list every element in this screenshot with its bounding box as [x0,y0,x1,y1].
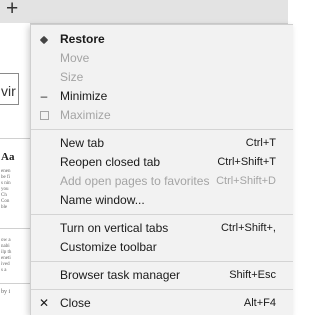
shortcut-task-manager: Shift+Esc [229,269,276,281]
menu-separator [31,129,293,130]
plus-icon[interactable]: + [6,0,18,21]
maximize-icon [31,104,57,126]
background-text-aa: Aa [1,151,15,163]
menu-item-customize-toolbar[interactable]: Customize toolbar [31,236,293,258]
background-article-text: enen be fi s nin you Ch Con ble [1,169,11,210]
menu-item-close[interactable]: ✕ Close Alt+F4 [31,292,293,314]
browser-titlebar: + [0,0,288,24]
menu-item-maximize[interactable]: Maximize [31,104,293,126]
window-context-menu: Restore Move Size – Minimize Maximize Ne… [30,24,293,315]
close-icon: ✕ [38,296,50,310]
menu-separator [31,261,293,262]
background-page: vir Aa enen be fi s nin you Ch Con ble ow a nab… [0,23,30,305]
menu-item-name-window[interactable]: Name window... [31,189,293,211]
menu-item-task-manager[interactable]: Browser task manager Shift+Esc [31,264,293,286]
menu-separator [31,289,293,290]
background-text-byi: by i [1,289,11,295]
background-text-vir: vir [1,83,16,99]
menu-separator [31,214,293,215]
background-article-text-2: ow a nabi ilp th eneti ived s a [1,238,12,273]
shortcut-close: Alt+F4 [243,297,276,309]
